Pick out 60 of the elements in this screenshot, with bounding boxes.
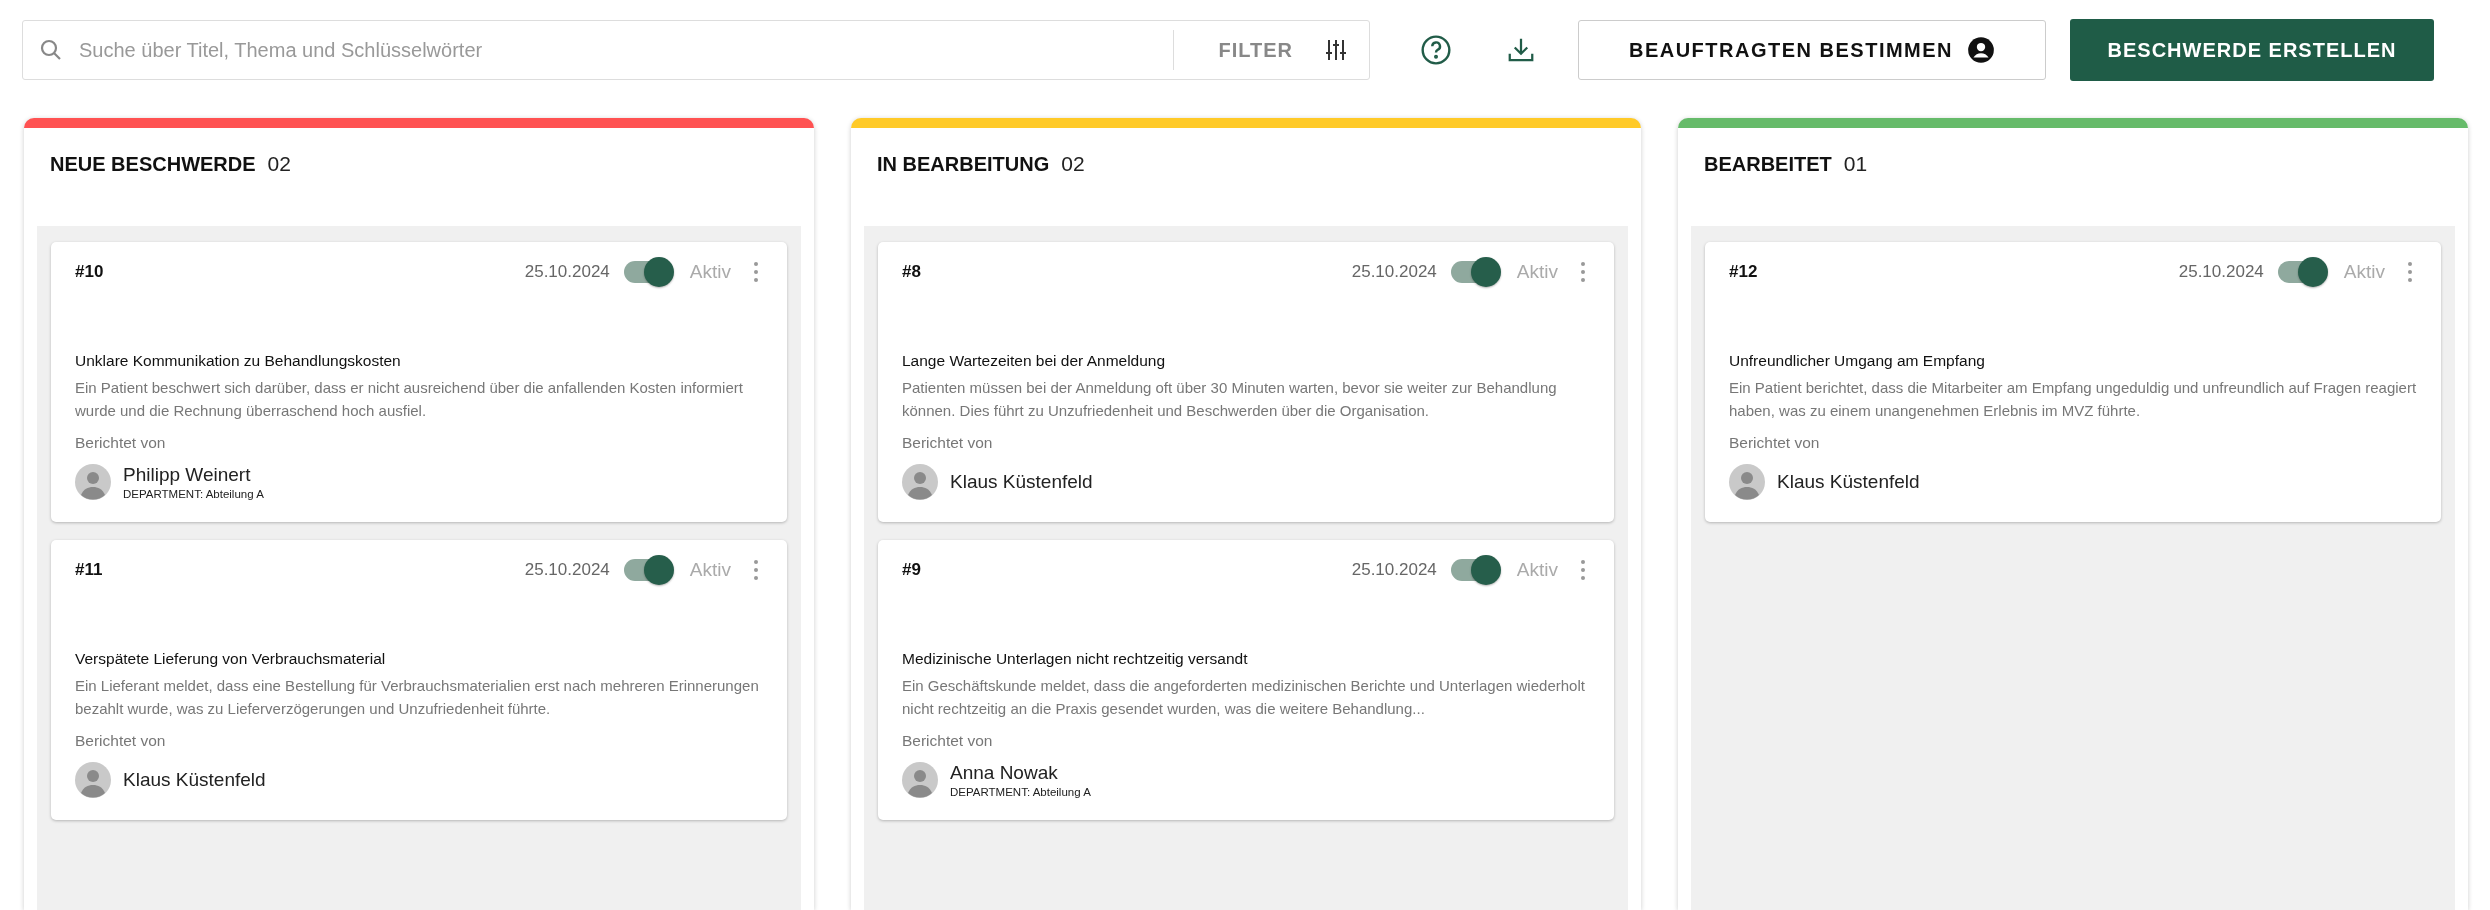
- card-date: 25.10.2024: [1351, 560, 1437, 580]
- column-title: NEUE BESCHWERDE: [50, 153, 256, 176]
- status-label: Aktiv: [2343, 261, 2385, 283]
- create-button[interactable]: BESCHWERDE ERSTELLEN: [2070, 19, 2434, 81]
- card-id: #12: [1729, 262, 1759, 282]
- card-date: 25.10.2024: [524, 262, 610, 282]
- card-description: Ein Patient beschwert sich darüber, dass er nicht ausreichend über die anfallenden Kosten informiert wurde und die Rechnung überraschend hoch ausfiel.: [75, 378, 744, 421]
- avatar-icon: [1729, 464, 1765, 500]
- department-label: DEPARTMENT: Abteilung A: [123, 488, 264, 500]
- search-icon: [39, 38, 63, 62]
- status-label: Aktiv: [689, 559, 731, 581]
- card-title: Verspätete Lieferung von Verbrauchsmaterial: [75, 650, 387, 668]
- reporter-name: Anna Nowak: [950, 762, 1059, 784]
- card-title: Lange Wartezeiten bei der Anmeldung: [902, 352, 1167, 370]
- card-date: 25.10.2024: [2178, 262, 2264, 282]
- complaint-card[interactable]: [51, 242, 787, 522]
- complaint-card[interactable]: [51, 540, 787, 820]
- status-label: Aktiv: [1516, 559, 1558, 581]
- complaint-card[interactable]: [878, 540, 1614, 820]
- card-id: #10: [75, 262, 105, 282]
- reported-by-label: Berichtet von: [902, 434, 994, 452]
- reported-by-label: Berichtet von: [75, 434, 167, 452]
- reported-by-label: Berichtet von: [902, 732, 994, 750]
- avatar-icon: [902, 464, 938, 500]
- avatar-icon: [75, 464, 111, 500]
- column-count: 01: [1843, 152, 1868, 176]
- card-title: Unfreundlicher Umgang am Empfang: [1729, 352, 1986, 370]
- column-count: 02: [1061, 152, 1085, 176]
- card-id: #8: [902, 262, 922, 282]
- department-label: DEPARTMENT: Abteilung A: [950, 786, 1091, 798]
- reporter-name: Klaus Küstenfeld: [950, 471, 1093, 493]
- complaint-card[interactable]: [878, 242, 1614, 522]
- card-date: 25.10.2024: [524, 560, 610, 580]
- search-field[interactable]: Suche über Titel, Thema und Schlüsselwörter FILTER: [22, 20, 1370, 80]
- card-description: Ein Geschäftskunde meldet, dass die angeforderten medizinischen Berichte und Unterlagen wiederholt nicht rechtzeitig an die Praxis gesendet wurden, was die weitere Behandlung...: [902, 676, 1586, 719]
- reported-by-label: Berichtet von: [75, 732, 167, 750]
- reported-by-label: Berichtet von: [1729, 434, 1821, 452]
- column-count: 02: [267, 152, 291, 176]
- reporter-name: Klaus Küstenfeld: [1777, 471, 1920, 493]
- reporter-name: Klaus Küstenfeld: [123, 769, 266, 791]
- user-icon: [1967, 36, 1996, 64]
- avatar-icon: [75, 762, 111, 798]
- column-title: IN BEARBEITUNG: [877, 153, 1050, 176]
- status-label: Aktiv: [689, 261, 731, 283]
- complaint-card[interactable]: [1705, 242, 2441, 522]
- filter-button[interactable]: FILTER: [1210, 38, 1355, 62]
- avatar-icon: [902, 762, 938, 798]
- card-description: Ein Lieferant meldet, dass eine Bestellung für Verbrauchsmaterialien erst nach mehreren Erinnerungen bezahlt wurde, was zu Lieferverzögerungen und Unzufriedenheit führte.: [75, 676, 760, 719]
- card-id: #11: [75, 560, 104, 580]
- sliders-icon: [1325, 38, 1347, 62]
- reporter-name: Philipp Weinert: [123, 464, 252, 486]
- card-title: Medizinische Unterlagen nicht rechtzeitig versandt: [902, 650, 1249, 668]
- status-label: Aktiv: [1516, 261, 1558, 283]
- card-date: 25.10.2024: [1351, 262, 1437, 282]
- card-description: Ein Patient berichtet, dass die Mitarbeiter am Empfang ungeduldig und unfreundlich auf Fragen reagiert haben, was zu einem unangenehmen Erlebnis im MVZ führte.: [1729, 378, 2417, 421]
- card-id: #9: [902, 560, 922, 580]
- card-title: Unklare Kommunikation zu Behandlungskosten: [75, 352, 402, 370]
- column-title: BEARBEITET: [1704, 153, 1832, 176]
- assign-button[interactable]: BEAUFTRAGTEN BESTIMMEN: [1578, 20, 2046, 80]
- card-description: Patienten müssen bei der Anmeldung oft über 30 Minuten warten, bevor sie weiter zur Behandlung können. Dies führt zu Unzufriedenheit und Beschwerden über die Organisation.: [902, 378, 1558, 421]
